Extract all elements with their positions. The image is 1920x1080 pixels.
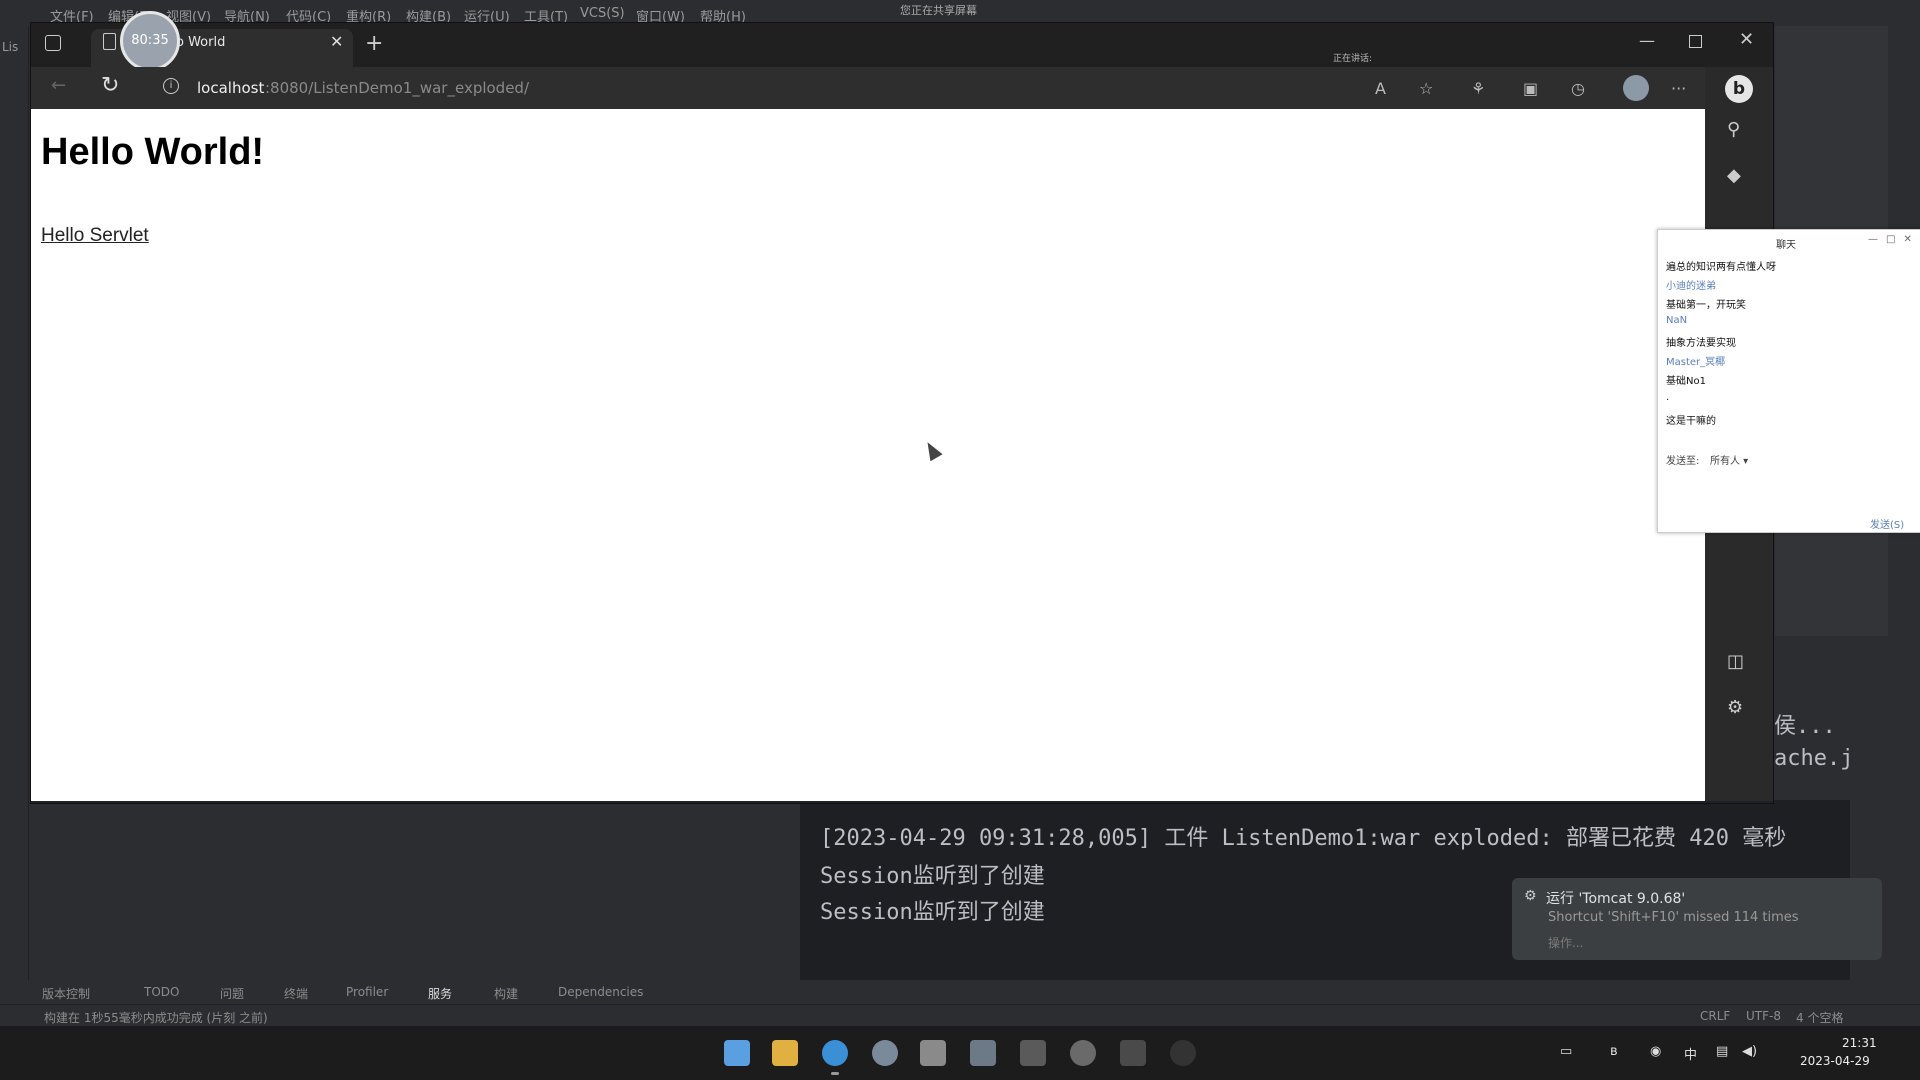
settings-gear-icon[interactable]: ⚙: [1727, 697, 1743, 718]
active-app-indicator: [831, 1072, 839, 1075]
close-icon[interactable]: ✕: [330, 32, 343, 51]
console-partial-line: 侯...: [1774, 714, 1836, 739]
run-notification-popup[interactable]: ⚙ 运行 'Tomcat 9.0.68' Shortcut 'Shift+F10…: [1512, 878, 1882, 960]
status-message: 构建在 1秒55毫秒内成功完成 (片刻 之前): [44, 1011, 268, 1025]
search-icon[interactable]: ⚲: [1727, 119, 1740, 140]
mouse-cursor-icon: [921, 438, 943, 462]
browser-tabbar: Hello World ✕ + 80:35 正在讲话: — ✕: [31, 11, 1773, 71]
refresh-icon[interactable]: ↻: [101, 73, 119, 98]
collections-icon[interactable]: ▣: [1523, 79, 1538, 98]
tooltab-todo[interactable]: TODO: [144, 985, 179, 999]
chat-title: 聊天: [1776, 240, 1796, 251]
history-icon[interactable]: ◷: [1571, 79, 1585, 98]
favorite-star-icon[interactable]: ☆: [1419, 79, 1433, 98]
status-encoding[interactable]: UTF-8: [1746, 1009, 1781, 1023]
app-icon[interactable]: [920, 1040, 946, 1066]
tooltab-problems[interactable]: 问题: [220, 985, 244, 1002]
microphone-icon[interactable]: ◉: [1650, 1044, 1661, 1059]
url-host: localhost: [197, 79, 265, 97]
new-tab-icon[interactable]: +: [365, 31, 383, 56]
chat-message: .: [1666, 392, 1670, 403]
tooltab-version-control[interactable]: 版本控制: [42, 985, 90, 1002]
address-bar[interactable]: i localhost :8080/ListenDemo1_war_explod…: [147, 72, 1457, 104]
menu-vcs[interactable]: VCS(S): [580, 6, 625, 21]
chat-sender: 小迪的迷弟: [1666, 281, 1716, 292]
chat-send-button[interactable]: 发送(S): [1870, 516, 1904, 531]
chat-sender: Master_冥椰: [1666, 357, 1726, 368]
network-icon[interactable]: ▤: [1716, 1044, 1728, 1059]
console-line: Session监听到了创建: [820, 900, 1045, 925]
chat-message: 基础No1: [1666, 376, 1706, 387]
extensions-icon[interactable]: ⚘: [1471, 79, 1485, 98]
ide-tool-tabs: 版本控制 TODO 问题 终端 Profiler 服务 构建 Dependenc…: [28, 980, 1888, 1004]
chat-panel: 聊天 —□✕ 遍总的知识两有点懂人呀 小迪的迷弟 基础第一，开玩笑 NaN 抽象…: [1657, 229, 1920, 533]
profile-avatar[interactable]: [1623, 75, 1649, 101]
info-icon[interactable]: i: [163, 78, 179, 94]
tooltab-terminal[interactable]: 终端: [284, 985, 308, 1002]
penguin-icon[interactable]: [1070, 1040, 1096, 1066]
run-popup-detail: Shortcut 'Shift+F10' missed 114 times: [1548, 910, 1799, 925]
more-options-icon[interactable]: ···: [1671, 79, 1686, 98]
tooltab-dependencies[interactable]: Dependencies: [558, 985, 643, 999]
minimize-icon[interactable]: —: [1639, 31, 1655, 50]
ide-statusbar: 构建在 1秒55毫秒内成功完成 (片刻 之前) CRLF UTF-8 4 个空格: [0, 1004, 1920, 1027]
window-close-icon[interactable]: ✕: [1739, 29, 1754, 50]
console-line: Session监听到了创建: [820, 864, 1045, 889]
page-heading: Hello World!: [41, 131, 265, 173]
edge-browser-icon[interactable]: [822, 1040, 848, 1066]
chat-message: 遍总的知识两有点懂人呀: [1666, 262, 1776, 273]
url-path: :8080/ListenDemo1_war_exploded/: [265, 79, 530, 97]
volume-icon[interactable]: ◀): [1742, 1044, 1757, 1059]
tab-actions-icon[interactable]: [45, 35, 61, 51]
maximize-icon[interactable]: [1689, 35, 1702, 48]
windows-taskbar: ▭ ʙ ◉ 中 ▤ ◀) 21:31 2023-04-29: [0, 1026, 1920, 1080]
chat-window-controls[interactable]: —□✕: [1868, 234, 1920, 245]
chat-sender: NaN: [1666, 315, 1688, 326]
file-icon: [103, 33, 116, 50]
chat-recipient-select[interactable]: 所有人 ▾: [1710, 452, 1748, 467]
status-indent[interactable]: 4 个空格: [1796, 1009, 1843, 1026]
gear-icon: ⚙: [1524, 888, 1537, 904]
bing-icon[interactable]: b: [1725, 75, 1753, 103]
hello-servlet-link[interactable]: Hello Servlet: [41, 225, 149, 247]
notification-icon[interactable]: ▭: [1560, 1044, 1572, 1059]
chrome-icon[interactable]: [872, 1040, 898, 1066]
intellij-icon[interactable]: [1020, 1040, 1046, 1066]
tag-icon[interactable]: ◆: [1727, 165, 1741, 186]
clock-date[interactable]: 2023-04-29: [1800, 1054, 1870, 1068]
status-line-separator[interactable]: CRLF: [1700, 1009, 1730, 1023]
split-screen-icon[interactable]: ◫: [1727, 651, 1744, 672]
console-partial-line: ache.j: [1774, 746, 1854, 771]
back-arrow-icon[interactable]: ←: [51, 75, 66, 96]
browser-toolbar: ← ↻ i localhost :8080/ListenDemo1_war_ex…: [31, 67, 1773, 109]
sublime-icon[interactable]: [1120, 1040, 1146, 1066]
tooltab-services[interactable]: 服务: [428, 985, 452, 1002]
start-menu-icon[interactable]: [724, 1040, 750, 1066]
tooltab-build[interactable]: 构建: [494, 985, 518, 1002]
ide-left-toolstrip: Lis: [0, 26, 29, 1006]
project-tab-label[interactable]: Lis: [2, 40, 18, 54]
app-icon[interactable]: [1170, 1040, 1196, 1066]
page-viewport: Hello World! Hello Servlet: [31, 109, 1705, 801]
browser-window: Hello World ✕ + 80:35 正在讲话: — ✕ ← ↻ i lo…: [30, 11, 1774, 804]
chat-message: 抽象方法要实现: [1666, 338, 1736, 349]
speaking-indicator: 正在讲话:: [1333, 54, 1373, 64]
file-explorer-icon[interactable]: [772, 1040, 798, 1066]
tooltab-profiler[interactable]: Profiler: [346, 985, 388, 999]
chat-message: 基础第一，开玩笑: [1666, 300, 1746, 311]
recording-timer-badge: 80:35: [120, 11, 180, 71]
run-popup-action-link[interactable]: 操作...: [1548, 934, 1583, 951]
chat-send-to-label: 发送至:: [1666, 456, 1700, 467]
bluetooth-icon[interactable]: ʙ: [1610, 1044, 1618, 1059]
read-aloud-icon[interactable]: A: [1375, 79, 1386, 98]
clock-time[interactable]: 21:31: [1842, 1036, 1877, 1050]
console-line: [2023-04-29 09:31:28,005] 工件 ListenDemo1…: [820, 826, 1787, 851]
screen-share-notice: 您正在共享屏幕: [900, 4, 977, 17]
chat-message: 这是干嘛的: [1666, 416, 1716, 427]
run-popup-title: 运行 'Tomcat 9.0.68': [1546, 891, 1686, 907]
photos-icon[interactable]: [970, 1040, 996, 1066]
input-method-indicator[interactable]: 中: [1684, 1044, 1697, 1063]
